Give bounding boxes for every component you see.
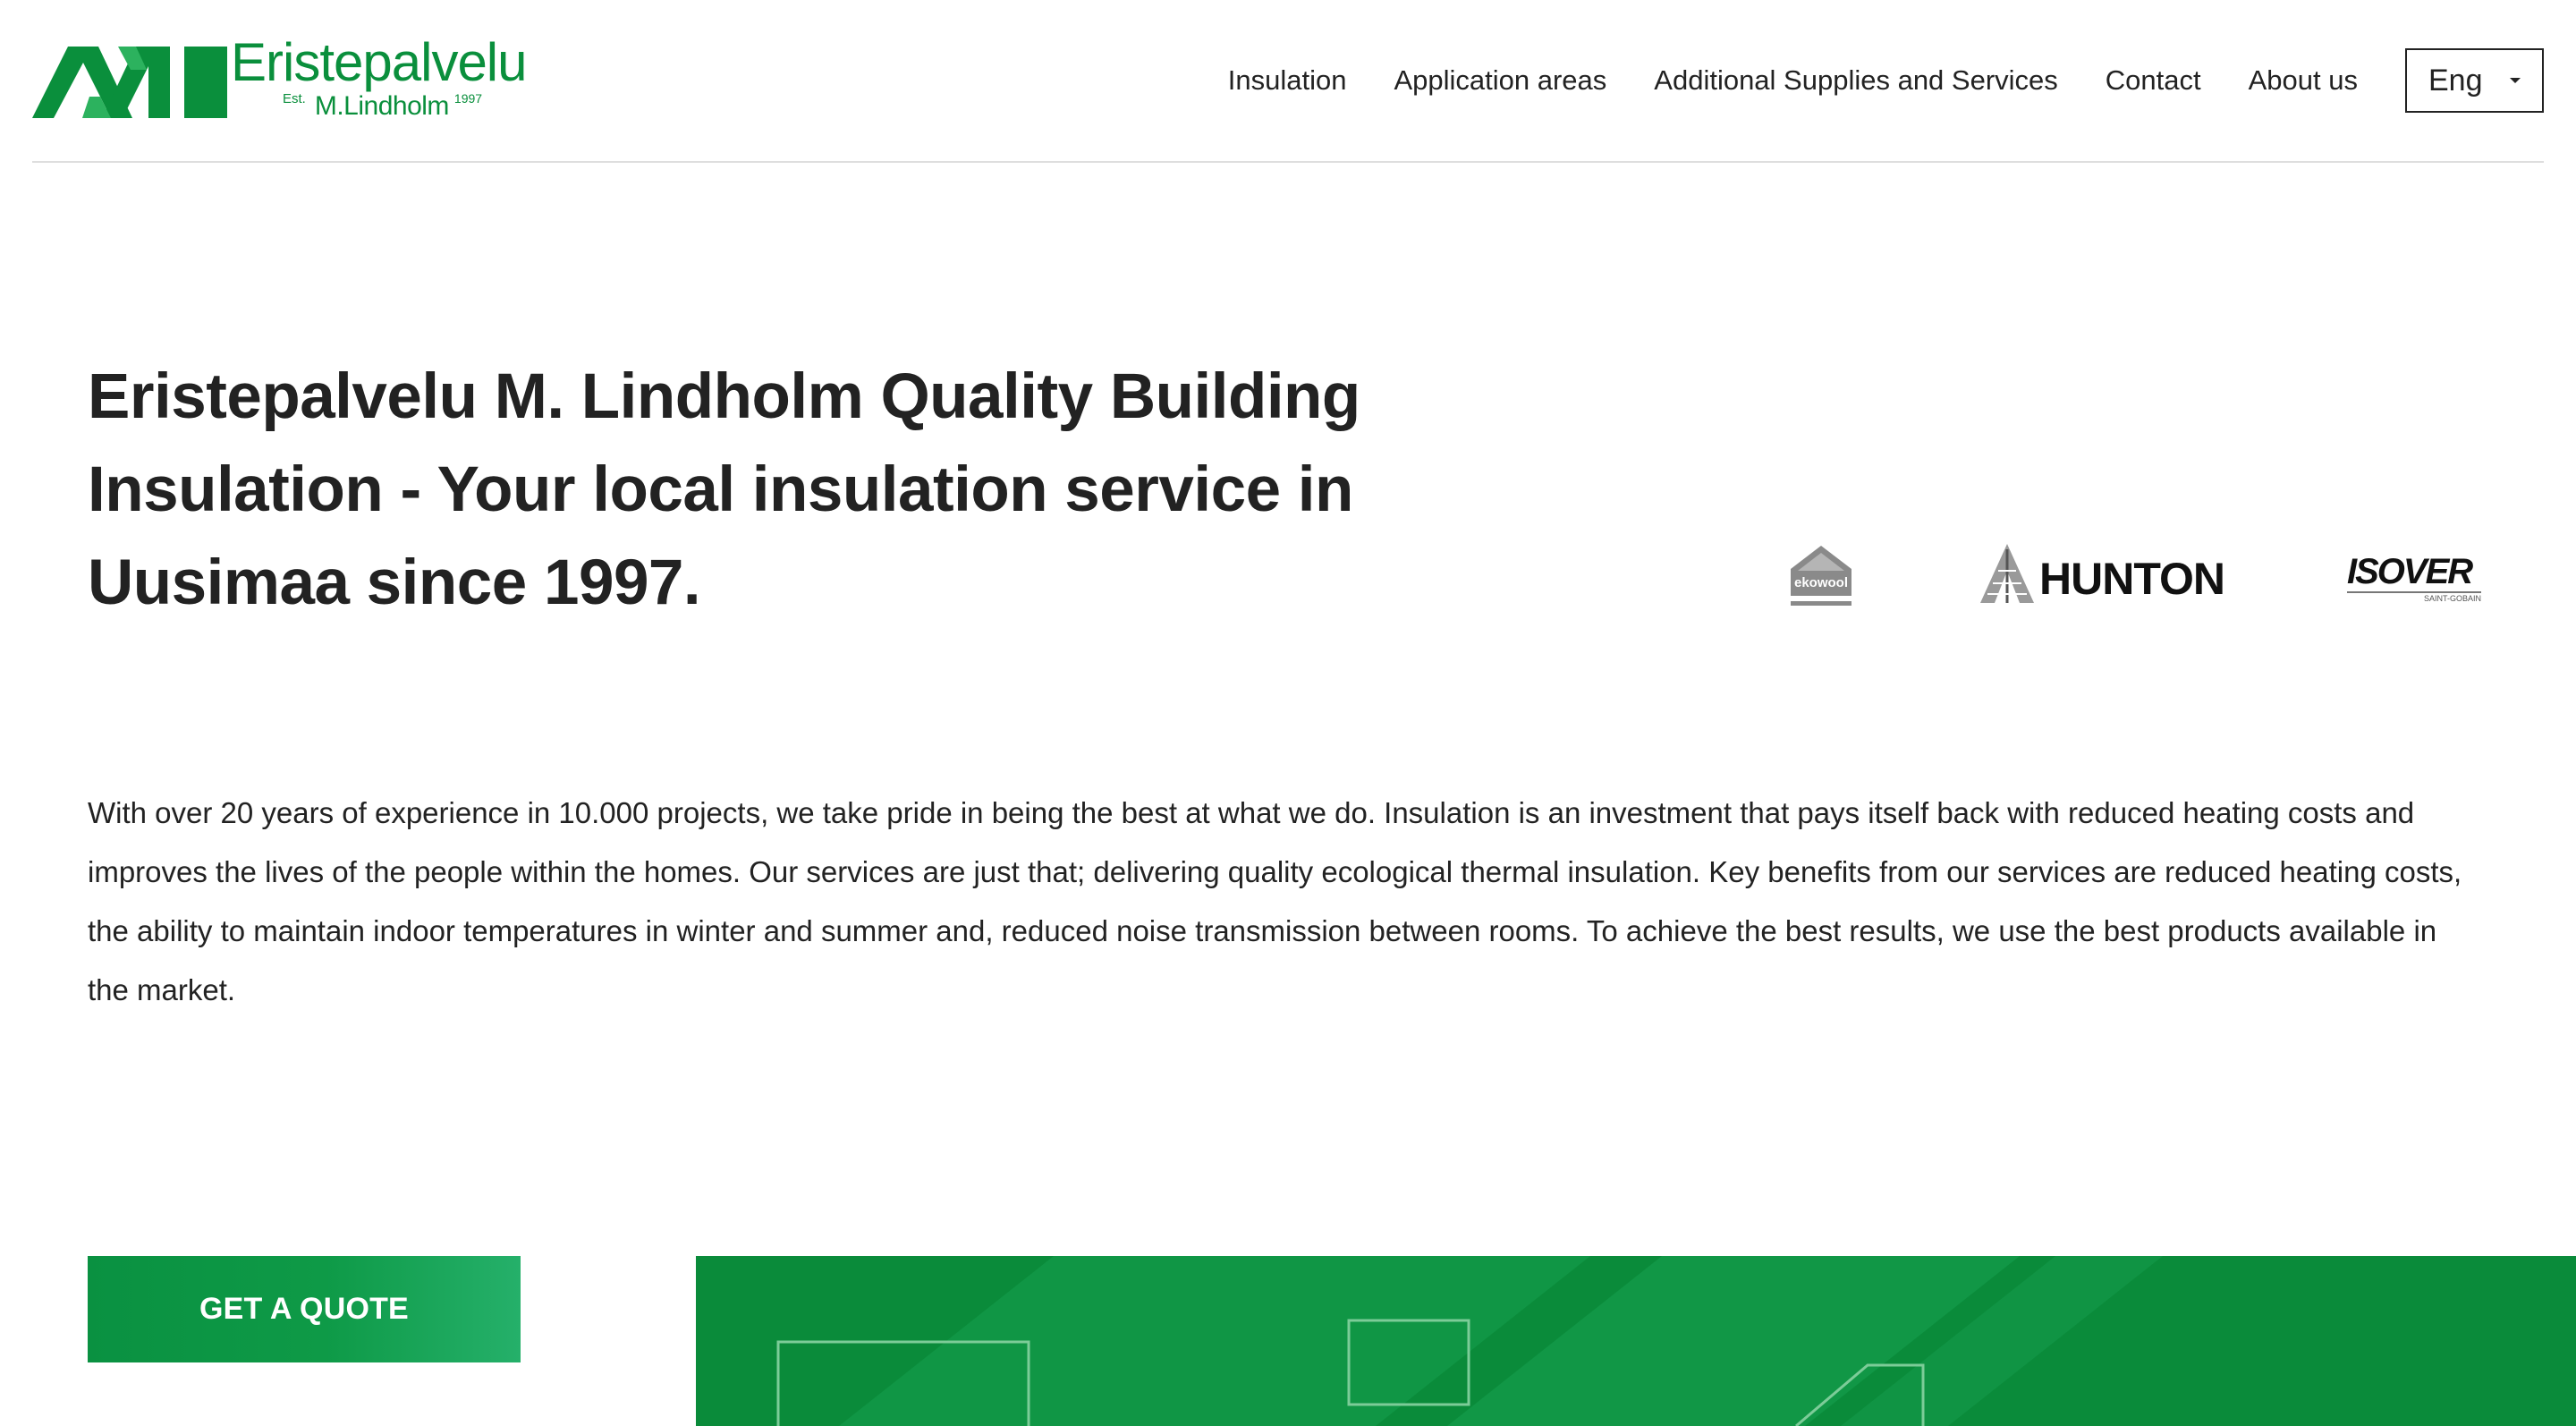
partner-logos: ekowool HUNTON ISOVER SAINT-GOBAIN (1780, 533, 2496, 623)
brand-year: 1997 (453, 91, 483, 106)
nav-item-about-us[interactable]: About us (2249, 64, 2358, 97)
banner-background-graphic (696, 1256, 2576, 1426)
ekowool-logo: ekowool (1791, 546, 1852, 606)
language-value: Eng (2428, 63, 2483, 98)
isover-sub-label: SAINT-GOBAIN (2424, 594, 2481, 603)
site-header: Eristepalvelu Est. M.Lindholm 1997 Insulat… (32, 0, 2544, 163)
nav-item-application-areas[interactable]: Application areas (1394, 64, 1606, 97)
house-roof-logo-icon (32, 47, 227, 118)
brand-owner: M.Lindholm (314, 91, 450, 121)
main-nav: Insulation Application areas Additional … (1228, 48, 2544, 113)
hunton-label: HUNTON (2039, 554, 2224, 604)
isover-logo: ISOVER SAINT-GOBAIN (2347, 552, 2481, 603)
language-select[interactable]: Eng (2405, 48, 2544, 113)
chevron-down-icon (2510, 78, 2521, 83)
get-a-quote-button[interactable]: GET A QUOTE (88, 1256, 521, 1362)
isover-label: ISOVER (2347, 552, 2473, 591)
nav-item-additional-supplies[interactable]: Additional Supplies and Services (1654, 64, 2058, 97)
hero-banner-image (696, 1256, 2576, 1426)
nav-item-insulation[interactable]: Insulation (1228, 64, 1347, 97)
nav-item-contact[interactable]: Contact (2106, 64, 2201, 97)
hunton-logo: HUNTON (1980, 544, 2225, 604)
brand-est: Est. (283, 91, 306, 106)
logo[interactable]: Eristepalvelu Est. M.Lindholm 1997 (32, 34, 551, 123)
ekowool-label: ekowool (1794, 575, 1848, 590)
brand-name: Eristepalvelu (231, 32, 528, 92)
intro-paragraph: With over 20 years of experience in 10.0… (88, 796, 2462, 1006)
brand-tagline: Est. M.Lindholm 1997 (283, 91, 482, 122)
hero-title: Eristepalvelu M. Lindholm Quality Buildi… (88, 361, 1360, 618)
